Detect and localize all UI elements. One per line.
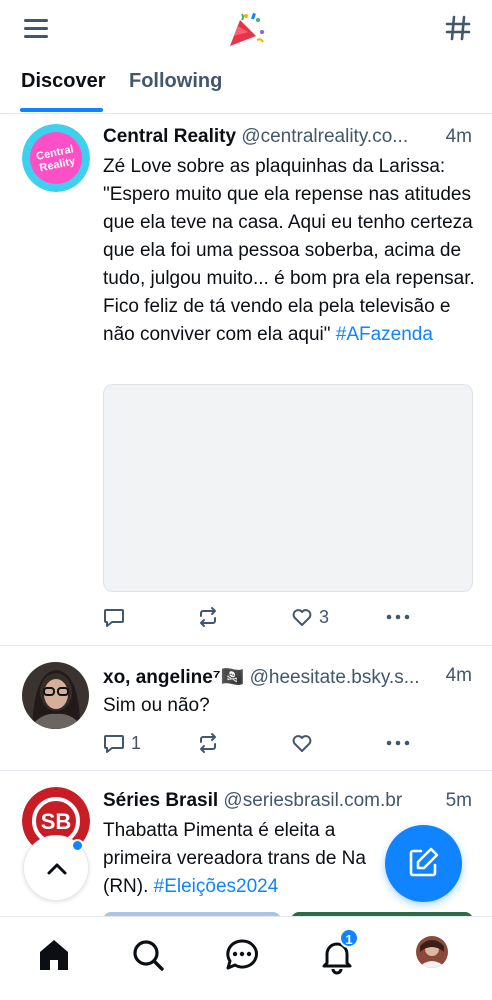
heart-icon	[292, 735, 312, 752]
hashtag-icon[interactable]	[444, 14, 472, 42]
compose-pencil-icon	[409, 847, 439, 877]
author-name[interactable]: xo, angeline⁷🏴‍☠️	[103, 667, 244, 688]
new-posts-indicator	[71, 839, 84, 852]
post-actions: 1	[103, 729, 413, 757]
reply-count: 1	[131, 732, 142, 753]
top-bar	[0, 0, 492, 56]
feed-tabs: Discover Following	[0, 60, 492, 114]
post-header: Séries Brasil @seriesbrasil.com.br 5m	[103, 790, 472, 816]
more-options-button[interactable]	[385, 603, 411, 631]
post-header: Central Reality @centralreality.co... 4m	[103, 126, 472, 152]
post-text: Sim ou não?	[103, 692, 475, 720]
home-icon[interactable]	[34, 935, 74, 975]
notification-badge: 1	[339, 928, 359, 948]
avatar[interactable]	[22, 662, 89, 729]
author-handle[interactable]: @centralreality.co...	[241, 126, 408, 147]
avatar[interactable]: Central Reality	[22, 124, 90, 192]
repost-icon	[200, 607, 216, 627]
reply-icon	[104, 735, 124, 753]
post-header: xo, angeline⁷🏴‍☠️ @heesitate.bsky.s... 4…	[103, 665, 472, 691]
post-item[interactable]: xo, angeline⁷🏴‍☠️ @heesitate.bsky.s... 4…	[0, 646, 492, 771]
more-options-button[interactable]	[385, 729, 411, 757]
repost-button[interactable]	[197, 729, 225, 757]
hashtag-link[interactable]: #Eleições2024	[154, 876, 279, 897]
search-icon[interactable]	[128, 935, 168, 975]
party-popper-logo[interactable]	[226, 10, 266, 50]
like-button[interactable]	[291, 729, 319, 757]
tab-discover[interactable]: Discover	[21, 70, 106, 93]
author-handle[interactable]: @seriesbrasil.com.br	[223, 790, 402, 811]
post-media[interactable]	[103, 384, 473, 592]
post-actions: 3	[103, 603, 413, 631]
author-name[interactable]: Central Reality	[103, 126, 236, 147]
post-text: Zé Love sobre as plaquinhas da Larissa: …	[103, 153, 475, 349]
post-time: 5m	[445, 790, 472, 811]
hamburger-menu-icon[interactable]	[22, 14, 50, 42]
avatar-text: SB	[41, 809, 72, 834]
post-time: 4m	[445, 126, 472, 147]
hashtag-link[interactable]: #AFazenda	[336, 324, 433, 345]
reply-icon	[104, 609, 124, 627]
post-item[interactable]: Central Reality Central Reality @central…	[0, 115, 492, 646]
post-text: Thabatta Pimenta é eleita a primeira ver…	[103, 817, 403, 901]
repost-icon	[200, 733, 216, 753]
like-count: 3	[319, 606, 330, 627]
like-button[interactable]: 3	[291, 603, 329, 631]
compose-post-button[interactable]	[385, 825, 462, 902]
more-dots-icon	[386, 740, 410, 746]
post-body: Zé Love sobre as plaquinhas da Larissa: …	[103, 156, 475, 345]
reply-button[interactable]	[103, 603, 131, 631]
tab-following[interactable]: Following	[129, 70, 222, 93]
post-body: Sim ou não?	[103, 695, 210, 716]
repost-button[interactable]	[197, 603, 225, 631]
post-time: 4m	[445, 665, 472, 686]
author-handle[interactable]: @heesitate.bsky.s...	[250, 667, 420, 688]
profile-avatar[interactable]	[416, 936, 448, 968]
active-tab-indicator	[20, 108, 103, 112]
author-name[interactable]: Séries Brasil	[103, 790, 218, 811]
more-dots-icon	[386, 614, 410, 620]
chat-icon[interactable]	[222, 935, 262, 975]
reply-button[interactable]: 1	[103, 729, 141, 757]
heart-icon	[292, 609, 312, 626]
